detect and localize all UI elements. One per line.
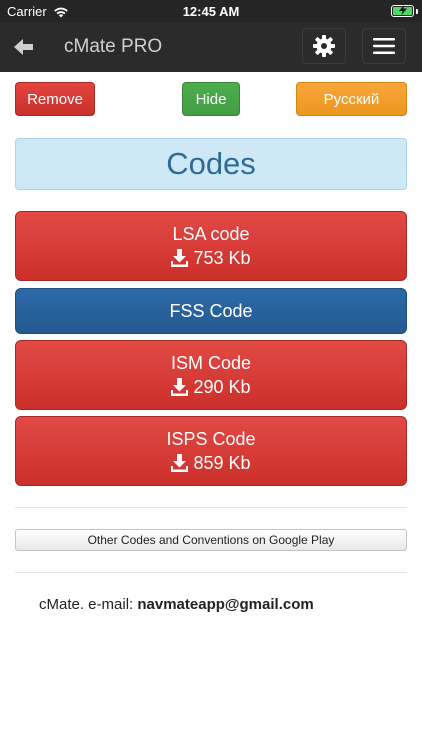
back-button[interactable] bbox=[12, 35, 38, 59]
download-icon bbox=[171, 454, 189, 472]
file-size: 859 Kb bbox=[193, 453, 251, 473]
charging-bolt-icon bbox=[399, 5, 407, 15]
contact-line: cMate. e-mail: navmateapp@gmail.com bbox=[39, 596, 314, 613]
hide-button[interactable]: Hide bbox=[182, 82, 240, 116]
isps-code-button[interactable]: ISPS Code 859 Kb bbox=[15, 416, 407, 486]
divider bbox=[15, 507, 407, 508]
hamburger-menu-icon bbox=[373, 38, 395, 54]
download-icon bbox=[171, 249, 189, 267]
code-label: ISPS Code bbox=[166, 429, 256, 449]
fss-code-button[interactable]: FSS Code bbox=[15, 288, 407, 334]
contact-email[interactable]: navmateapp@gmail.com bbox=[137, 596, 313, 613]
battery-fill bbox=[393, 5, 412, 15]
code-label: FSS Code bbox=[169, 301, 253, 321]
size-row: 290 Kb bbox=[171, 375, 251, 399]
ism-code-button[interactable]: ISM Code 290 Kb bbox=[15, 340, 407, 410]
codes-header: Codes bbox=[15, 138, 407, 190]
status-time: 12:45 AM bbox=[182, 4, 240, 19]
remove-button[interactable]: Remove bbox=[15, 82, 95, 116]
lsa-code-button[interactable]: LSA code 753 Kb bbox=[15, 211, 407, 281]
settings-button[interactable] bbox=[302, 28, 346, 64]
menu-button[interactable] bbox=[362, 28, 406, 64]
size-row: 859 Kb bbox=[171, 451, 251, 475]
file-size: 753 Kb bbox=[193, 248, 251, 268]
gear-icon bbox=[313, 35, 335, 57]
arrow-left-icon bbox=[14, 39, 33, 55]
divider bbox=[15, 572, 407, 573]
app-bar: cMate PRO bbox=[0, 22, 422, 72]
status-bar: Carrier 12:45 AM bbox=[0, 0, 422, 22]
download-icon bbox=[171, 378, 189, 396]
code-label: ISM Code bbox=[170, 353, 252, 373]
size-row: 753 Kb bbox=[171, 246, 251, 270]
google-play-button[interactable]: Other Codes and Conventions on Google Pl… bbox=[15, 529, 407, 551]
contact-prefix: cMate. e-mail: bbox=[39, 596, 138, 613]
app-title: cMate PRO bbox=[64, 36, 163, 57]
battery-icon bbox=[391, 5, 414, 17]
language-button[interactable]: Русский bbox=[296, 82, 407, 116]
file-size: 290 Kb bbox=[193, 377, 251, 397]
code-label: LSA code bbox=[172, 224, 250, 244]
battery-tip bbox=[416, 9, 418, 14]
